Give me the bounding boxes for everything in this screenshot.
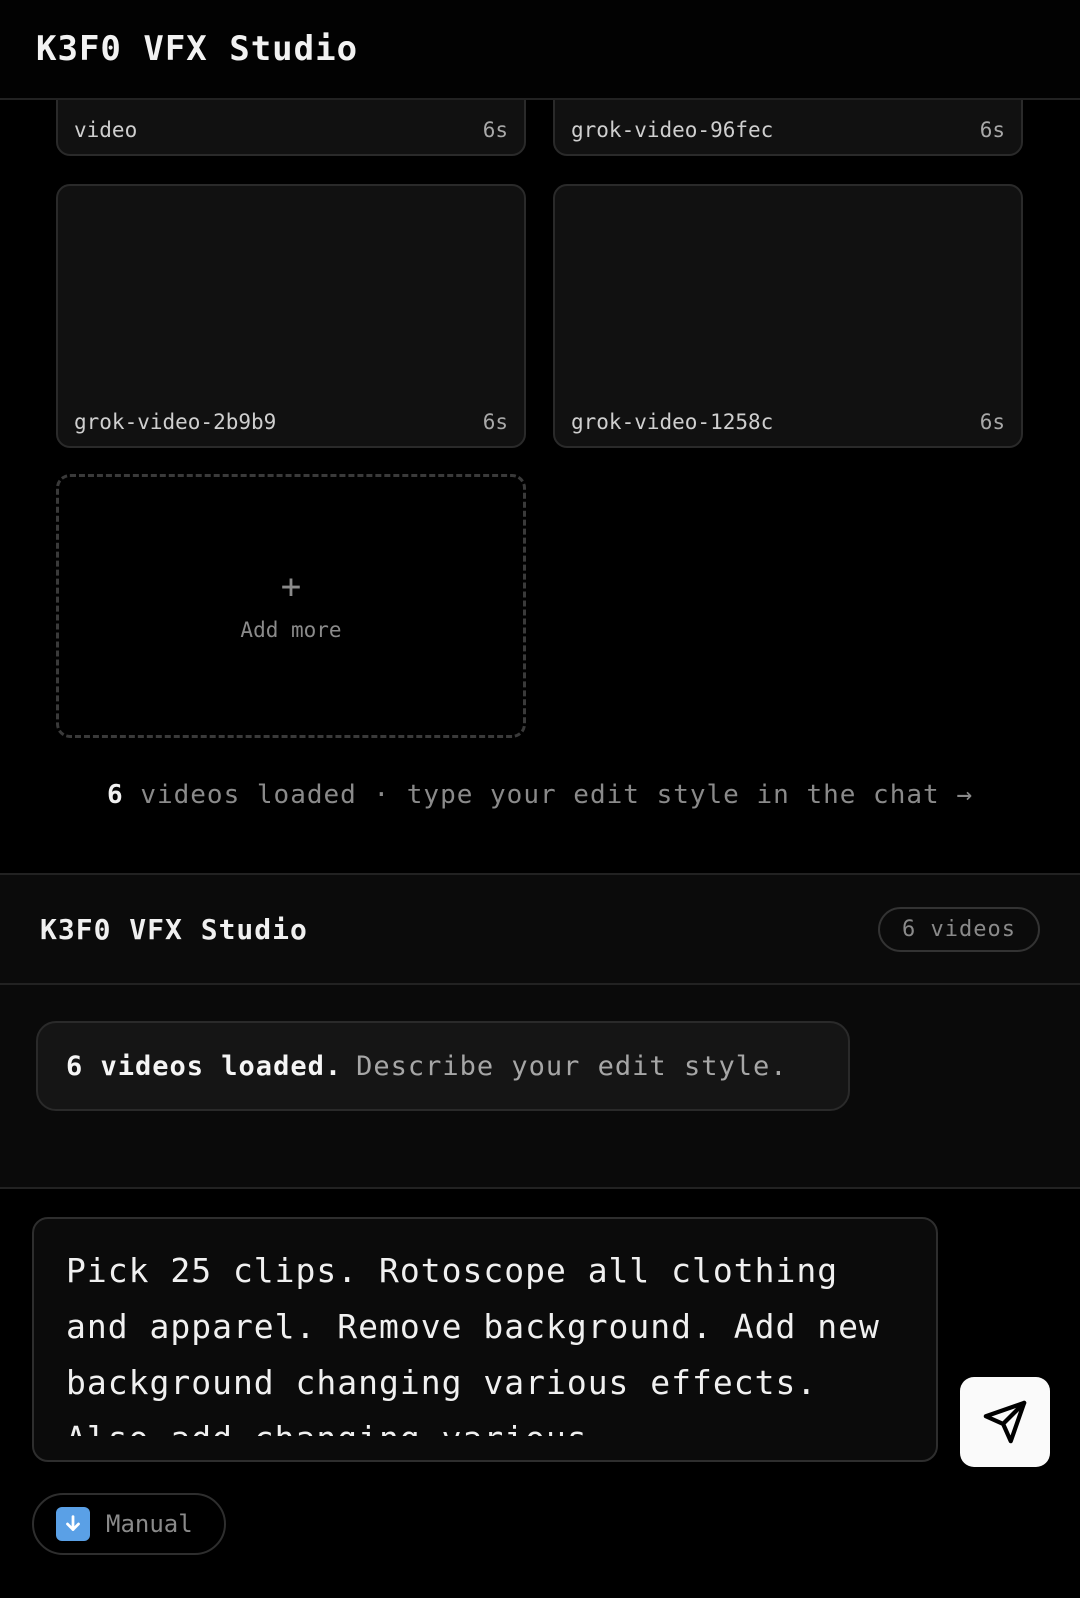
video-name: grok-video-2b9b9 [74, 410, 277, 434]
add-more-label: Add more [240, 618, 342, 642]
message-text: Describe your edit style. [356, 1050, 788, 1082]
prompt-input[interactable]: Pick 25 clips. Rotoscope all clothing an… [66, 1243, 904, 1436]
video-duration: 6s [979, 118, 1005, 142]
video-card[interactable]: video 6s [56, 100, 526, 156]
download-arrow-icon [56, 1507, 90, 1541]
chat-composer: Pick 25 clips. Rotoscope all clothing an… [0, 1189, 1080, 1598]
video-duration: 6s [482, 410, 508, 434]
status-text: videos loaded · type your edit style in … [140, 780, 973, 810]
add-more-button[interactable]: + Add more [56, 474, 526, 738]
video-card-meta: grok-video-96fec 6s [571, 118, 1005, 142]
video-card-meta: video 6s [74, 118, 508, 142]
videos-count: 6 [107, 780, 124, 810]
video-name: grok-video-1258c [571, 410, 774, 434]
video-card[interactable]: grok-video-96fec 6s [553, 100, 1023, 156]
video-count-badge: 6 videos [878, 906, 1040, 952]
app: K3F0 VFX Studio video 6s grok-video-96fe… [0, 0, 1080, 1598]
videos-loaded-status: 6 videos loaded · type your edit style i… [0, 780, 1080, 810]
message-strong-text: 6 videos loaded. [66, 1050, 343, 1082]
video-card-meta: grok-video-2b9b9 6s [74, 410, 508, 434]
video-card[interactable]: grok-video-1258c 6s [553, 184, 1023, 448]
plus-icon: + [280, 567, 302, 607]
top-header: K3F0 VFX Studio [0, 0, 1080, 100]
video-duration: 6s [482, 118, 508, 142]
chat-header: K3F0 VFX Studio 6 videos [0, 873, 1080, 985]
prompt-input-container: Pick 25 clips. Rotoscope all clothing an… [32, 1217, 938, 1462]
manual-label: Manual [106, 1510, 193, 1538]
app-title: K3F0 VFX Studio [36, 29, 359, 69]
send-button[interactable] [960, 1377, 1050, 1467]
video-card-meta: grok-video-1258c 6s [571, 410, 1005, 434]
assistant-message: 6 videos loaded. Describe your edit styl… [36, 1021, 850, 1111]
manual-mode-button[interactable]: Manual [32, 1493, 226, 1555]
video-name: grok-video-96fec [571, 118, 774, 142]
chat-title: K3F0 VFX Studio [40, 912, 308, 946]
chat-messages: 6 videos loaded. Describe your edit styl… [0, 985, 1080, 1189]
send-icon [983, 1400, 1027, 1444]
video-grid: video 6s grok-video-96fec 6s grok-video-… [0, 100, 1080, 873]
video-card[interactable]: grok-video-2b9b9 6s [56, 184, 526, 448]
video-name: video [74, 118, 138, 142]
video-duration: 6s [979, 410, 1005, 434]
